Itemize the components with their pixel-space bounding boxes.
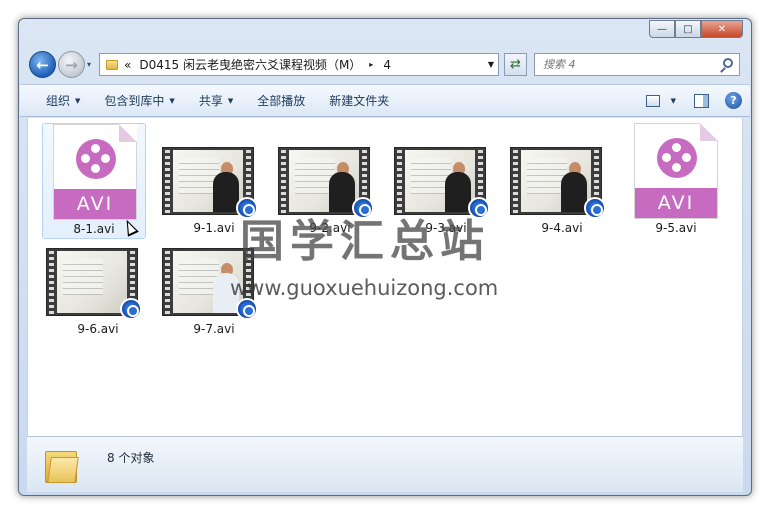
file-item-9-6[interactable]: 9-6.avi xyxy=(46,224,150,340)
new-folder-label: 新建文件夹 xyxy=(329,94,390,108)
forward-button[interactable]: → xyxy=(58,51,85,78)
media-player-badge-icon xyxy=(584,197,606,219)
avi-format-label: AVI xyxy=(635,188,717,218)
avi-file-icon: AVI xyxy=(53,124,137,220)
help-icon[interactable]: ? xyxy=(725,92,742,109)
film-sprockets xyxy=(513,150,518,214)
search-box xyxy=(534,53,740,76)
media-player-badge-icon xyxy=(120,298,142,320)
include-library-label: 包含到库中 xyxy=(104,94,165,108)
file-name: 9-7.avi xyxy=(193,322,235,336)
address-overflow-chevron[interactable]: « xyxy=(124,58,131,72)
organize-label: 组织 xyxy=(46,94,71,108)
film-sprockets xyxy=(49,251,54,315)
chevron-down-icon: ▼ xyxy=(75,96,81,105)
share-menu[interactable]: 共享 ▼ xyxy=(187,92,245,109)
file-name: 9-6.avi xyxy=(77,322,119,336)
view-options-dropdown-icon[interactable]: ▼ xyxy=(671,97,676,105)
back-button[interactable]: ← xyxy=(29,51,56,78)
film-reel-icon xyxy=(76,139,116,179)
organize-menu[interactable]: 组织 ▼ xyxy=(20,92,92,109)
folder-icon xyxy=(106,59,118,70)
chevron-down-icon: ▼ xyxy=(227,96,234,105)
search-icon[interactable] xyxy=(723,58,733,68)
media-player-badge-icon xyxy=(236,298,258,320)
chevron-down-icon: ▼ xyxy=(169,96,175,105)
file-item-9-5[interactable]: AVI 9-5.avi xyxy=(624,123,728,239)
item-count: 8 个对象 xyxy=(107,451,155,465)
change-view-icon[interactable] xyxy=(645,94,660,107)
address-separator-arrow-icon[interactable]: ▸ xyxy=(369,60,373,69)
film-sprockets xyxy=(165,150,170,214)
command-toolbar: 组织 ▼ 包含到库中 ▼ 共享 ▼ 全部播放 新建文件夹 ▼ ? xyxy=(20,84,750,117)
video-frame xyxy=(289,150,359,212)
avi-file-icon: AVI xyxy=(634,123,718,219)
avi-format-label: AVI xyxy=(54,189,136,219)
close-button[interactable]: ✕ xyxy=(701,20,743,38)
play-all-button[interactable]: 全部播放 xyxy=(245,92,317,109)
watermark-chinese: 国学汇总站 xyxy=(240,216,490,267)
details-pane: 8 个对象 xyxy=(27,436,743,492)
watermark-url: www.guoxuehuizong.com xyxy=(230,276,499,300)
video-frame xyxy=(405,150,475,212)
film-reel-icon xyxy=(657,138,697,178)
file-item-9-4[interactable]: 9-4.avi xyxy=(510,123,614,239)
page-fold-decoration xyxy=(119,124,137,142)
refresh-button[interactable]: ⇄ xyxy=(504,53,527,76)
minimize-button[interactable]: — xyxy=(649,20,675,38)
address-segment-current[interactable]: 4 xyxy=(383,58,391,72)
video-frame xyxy=(521,150,591,212)
maximize-button[interactable]: □ xyxy=(675,20,701,38)
search-input[interactable] xyxy=(543,58,713,71)
video-frame xyxy=(57,251,127,313)
history-dropdown-icon[interactable]: ▾ xyxy=(87,60,91,69)
file-name: 9-5.avi xyxy=(655,221,697,235)
include-in-library-menu[interactable]: 包含到库中 ▼ xyxy=(92,92,186,109)
address-dropdown-icon[interactable]: ▼ xyxy=(488,60,494,69)
preview-pane-icon[interactable] xyxy=(694,93,709,108)
navigation-bar: ← → ▾ « D0415 闲云老曳绝密六爻课程视频（M） ▸ 4 ▼ ⇄ xyxy=(29,51,741,79)
address-segment-parent[interactable]: D0415 闲云老曳绝密六爻课程视频（M） xyxy=(139,56,361,73)
video-frame xyxy=(173,150,243,212)
toolbar-right-group: ▼ ? xyxy=(645,92,742,109)
file-name: 9-4.avi xyxy=(541,221,583,235)
film-sprockets xyxy=(165,251,170,315)
page-fold-decoration xyxy=(700,123,718,141)
share-label: 共享 xyxy=(198,94,223,108)
address-bar[interactable]: « D0415 闲云老曳绝密六爻课程视频（M） ▸ 4 ▼ xyxy=(99,53,499,76)
folder-icon xyxy=(45,447,79,483)
new-folder-button[interactable]: 新建文件夹 xyxy=(317,92,401,109)
window-controls: — □ ✕ xyxy=(649,20,743,38)
play-all-label: 全部播放 xyxy=(257,94,306,108)
